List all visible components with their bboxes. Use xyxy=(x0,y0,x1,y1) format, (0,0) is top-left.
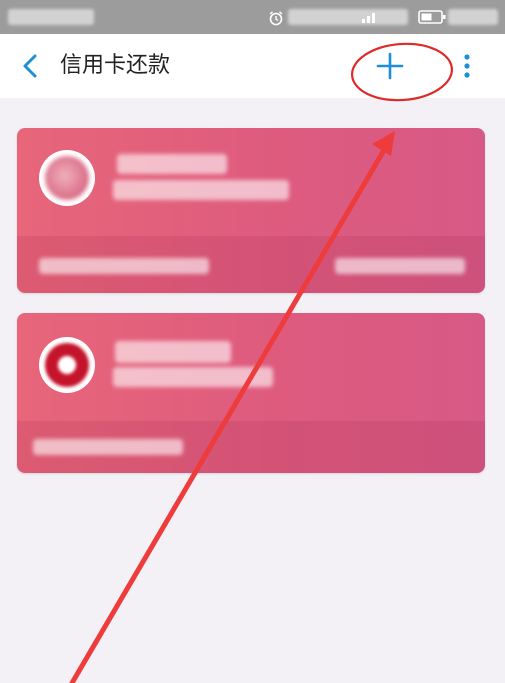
status-bar xyxy=(0,0,505,34)
bank-logo-mark xyxy=(45,156,89,200)
app-bar: 信用卡还款 xyxy=(0,34,505,98)
card-footer xyxy=(17,236,485,293)
card-number-text xyxy=(113,180,289,200)
signal-icon xyxy=(362,11,380,26)
bank-name-text xyxy=(115,341,231,363)
card-number-text xyxy=(113,367,273,387)
status-icons-blurred xyxy=(288,9,408,25)
credit-card-item[interactable] xyxy=(17,128,485,293)
bank-logo xyxy=(39,337,95,393)
chevron-left-icon xyxy=(23,54,37,78)
credit-card-item[interactable] xyxy=(17,313,485,473)
card-footer-info xyxy=(335,258,465,274)
plus-icon xyxy=(376,52,404,80)
page-title: 信用卡还款 xyxy=(60,53,171,78)
carrier-text xyxy=(8,9,94,25)
card-footer-text xyxy=(33,439,183,455)
card-footer-text xyxy=(39,258,209,274)
more-vertical-icon xyxy=(464,54,470,78)
card-header xyxy=(17,128,485,236)
bank-logo xyxy=(39,150,95,206)
add-card-button[interactable] xyxy=(374,50,406,82)
bank-logo-mark xyxy=(45,343,89,387)
back-button[interactable] xyxy=(14,50,46,82)
bank-name-text xyxy=(117,154,227,174)
card-footer xyxy=(17,421,485,473)
alarm-icon xyxy=(268,10,284,29)
time-text xyxy=(448,9,498,25)
more-options-button[interactable] xyxy=(456,50,478,82)
battery-icon xyxy=(418,9,446,28)
card-header xyxy=(17,313,485,421)
